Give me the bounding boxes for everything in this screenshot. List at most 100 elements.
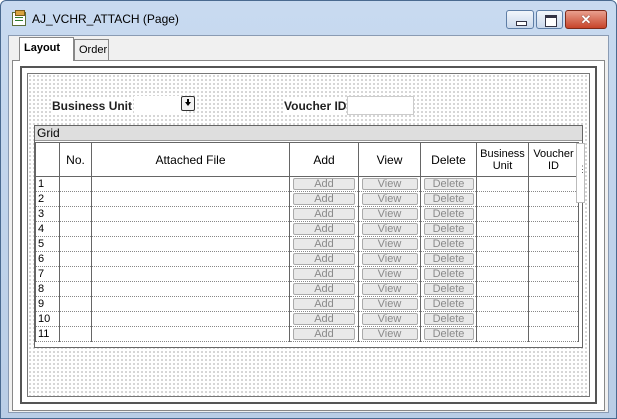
voucher-id-label: Voucher ID bbox=[284, 99, 347, 113]
grid-scroll-handle[interactable] bbox=[576, 143, 587, 203]
row-number: 9 bbox=[35, 296, 60, 312]
add-cell: Add bbox=[289, 326, 359, 342]
attached-file-cell bbox=[91, 176, 290, 192]
page-frame: Business Unit Voucher ID Grid No. Attach… bbox=[20, 66, 597, 404]
delete-button[interactable]: Delete bbox=[423, 268, 474, 280]
no-cell bbox=[59, 191, 92, 207]
delete-button[interactable]: Delete bbox=[423, 238, 474, 250]
delete-button[interactable]: Delete bbox=[423, 178, 474, 190]
add-button[interactable]: Add bbox=[293, 328, 355, 340]
table-row: 3 Add View Delete bbox=[35, 206, 579, 222]
business-unit-cell bbox=[476, 326, 529, 342]
delete-cell: Delete bbox=[420, 296, 477, 312]
add-cell: Add bbox=[289, 176, 359, 192]
view-cell: View bbox=[358, 296, 421, 312]
view-button[interactable]: View bbox=[361, 253, 418, 265]
minimize-button[interactable] bbox=[506, 10, 534, 29]
view-cell: View bbox=[358, 176, 421, 192]
no-cell bbox=[59, 266, 92, 282]
row-number: 2 bbox=[35, 191, 60, 207]
add-cell: Add bbox=[289, 281, 359, 297]
close-button[interactable]: ✕ bbox=[565, 10, 607, 29]
business-unit-cell bbox=[476, 281, 529, 297]
delete-button[interactable]: Delete bbox=[423, 298, 474, 310]
no-cell bbox=[59, 176, 92, 192]
row-number: 8 bbox=[35, 281, 60, 297]
business-unit-cell bbox=[476, 221, 529, 237]
voucher-id-cell bbox=[528, 281, 579, 297]
row-number: 7 bbox=[35, 266, 60, 282]
delete-button[interactable]: Delete bbox=[423, 328, 474, 340]
row-number: 3 bbox=[35, 206, 60, 222]
view-button[interactable]: View bbox=[361, 268, 418, 280]
business-unit-prompt-button[interactable] bbox=[181, 96, 195, 111]
delete-cell: Delete bbox=[420, 266, 477, 282]
no-cell bbox=[59, 206, 92, 222]
table-row: 10 Add View Delete bbox=[35, 311, 579, 327]
voucher-id-cell bbox=[528, 266, 579, 282]
add-cell: Add bbox=[289, 296, 359, 312]
view-cell: View bbox=[358, 311, 421, 327]
attached-file-cell bbox=[91, 236, 290, 252]
business-unit-cell bbox=[476, 236, 529, 252]
add-button[interactable]: Add bbox=[293, 283, 355, 295]
voucher-id-cell bbox=[528, 191, 579, 207]
no-cell bbox=[59, 326, 92, 342]
view-button[interactable]: View bbox=[361, 298, 418, 310]
view-button[interactable]: View bbox=[361, 178, 418, 190]
client-area: Layout Order Business Unit Voucher ID Gr… bbox=[8, 35, 609, 413]
view-button[interactable]: View bbox=[361, 283, 418, 295]
attached-file-cell bbox=[91, 191, 290, 207]
window-title: AJ_VCHR_ATTACH (Page) bbox=[32, 12, 179, 26]
view-button[interactable]: View bbox=[361, 238, 418, 250]
view-button[interactable]: View bbox=[361, 223, 418, 235]
delete-cell: Delete bbox=[420, 326, 477, 342]
delete-button[interactable]: Delete bbox=[423, 283, 474, 295]
maximize-button[interactable] bbox=[536, 10, 563, 29]
page-designer-window: AJ_VCHR_ATTACH (Page) ✕ Layout Order Bus… bbox=[0, 0, 617, 419]
view-cell: View bbox=[358, 281, 421, 297]
tab-layout[interactable]: Layout bbox=[19, 37, 74, 61]
attached-file-cell bbox=[91, 251, 290, 267]
row-number-header bbox=[35, 142, 60, 177]
voucher-id-cell bbox=[528, 236, 579, 252]
view-cell: View bbox=[358, 326, 421, 342]
voucher-id-cell bbox=[528, 251, 579, 267]
attached-file-cell bbox=[91, 296, 290, 312]
view-button[interactable]: View bbox=[361, 313, 418, 325]
grid-table: No. Attached File Add View Delete Business Un… bbox=[35, 142, 579, 342]
voucher-id-field[interactable] bbox=[347, 96, 414, 115]
attachment-grid[interactable]: Grid No. Attached File Add View Delete Busine… bbox=[34, 125, 587, 348]
business-unit-field[interactable] bbox=[134, 96, 186, 115]
add-cell: Add bbox=[289, 311, 359, 327]
delete-button[interactable]: Delete bbox=[423, 223, 474, 235]
add-button[interactable]: Add bbox=[293, 208, 355, 220]
view-button[interactable]: View bbox=[361, 193, 418, 205]
delete-button[interactable]: Delete bbox=[423, 313, 474, 325]
voucher-id-cell bbox=[528, 311, 579, 327]
delete-cell: Delete bbox=[420, 251, 477, 267]
business-unit-cell bbox=[476, 266, 529, 282]
attached-file-cell bbox=[91, 266, 290, 282]
table-row: 11 Add View Delete bbox=[35, 326, 579, 342]
add-button[interactable]: Add bbox=[293, 298, 355, 310]
add-button[interactable]: Add bbox=[293, 238, 355, 250]
view-button[interactable]: View bbox=[361, 208, 418, 220]
add-button[interactable]: Add bbox=[293, 193, 355, 205]
grid-title: Grid bbox=[35, 126, 582, 141]
add-button[interactable]: Add bbox=[293, 268, 355, 280]
add-button[interactable]: Add bbox=[293, 313, 355, 325]
attached-file-cell bbox=[91, 206, 290, 222]
delete-button[interactable]: Delete bbox=[423, 208, 474, 220]
delete-button[interactable]: Delete bbox=[423, 193, 474, 205]
tab-order[interactable]: Order bbox=[74, 39, 109, 60]
business-unit-cell bbox=[476, 311, 529, 327]
add-button[interactable]: Add bbox=[293, 178, 355, 190]
add-button[interactable]: Add bbox=[293, 253, 355, 265]
attached-file-cell bbox=[91, 221, 290, 237]
voucher-id-cell bbox=[528, 176, 579, 192]
page-canvas[interactable]: Business Unit Voucher ID Grid No. Attach… bbox=[27, 73, 590, 397]
add-button[interactable]: Add bbox=[293, 223, 355, 235]
view-button[interactable]: View bbox=[361, 328, 418, 340]
delete-button[interactable]: Delete bbox=[423, 253, 474, 265]
